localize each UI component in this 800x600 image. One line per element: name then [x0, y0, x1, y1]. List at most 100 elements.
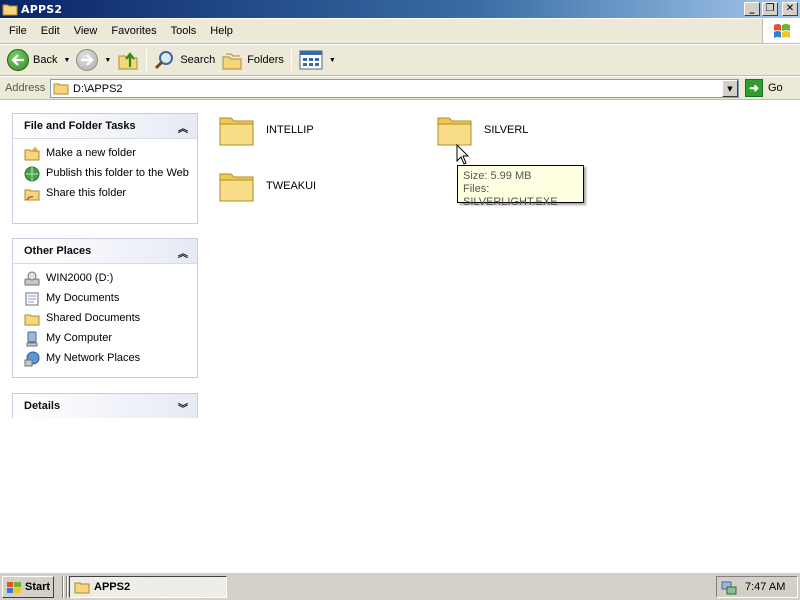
- details-panel-title: Details: [24, 400, 61, 412]
- folders-button[interactable]: Folders: [218, 47, 287, 73]
- menu-tools[interactable]: Tools: [164, 25, 204, 37]
- folders-label: Folders: [247, 54, 284, 66]
- close-button[interactable]: ✕: [782, 2, 798, 16]
- folder-item[interactable]: SILVERL: [436, 112, 528, 148]
- folder-name: INTELLIP: [266, 124, 314, 136]
- window-controls: _ ❐ ✕: [744, 2, 798, 16]
- expand-icon[interactable]: ︾: [178, 400, 188, 415]
- task-label: Share this folder: [46, 187, 127, 199]
- search-button[interactable]: Search: [151, 47, 218, 73]
- folder-icon: [74, 582, 90, 593]
- folders-icon: [222, 53, 242, 70]
- address-input[interactable]: D:\APPS2 ▼: [50, 79, 739, 98]
- folder-tooltip: Size: 5.99 MB Files: SILVERLIGHT.EXE: [457, 165, 584, 208]
- place-label: Shared Documents: [46, 312, 141, 324]
- clock[interactable]: 7:47 AM: [745, 581, 785, 593]
- place-network-places[interactable]: My Network Places: [24, 351, 191, 367]
- place-my-computer[interactable]: My Computer: [24, 331, 191, 347]
- forward-button[interactable]: ▼: [73, 47, 114, 73]
- back-button[interactable]: Back ▼: [4, 47, 73, 73]
- places-panel: Other Places ︽ WIN2000 (D:) My Documents: [12, 238, 198, 378]
- windows-logo-icon: [762, 19, 800, 43]
- publish-web-icon: [24, 166, 40, 182]
- toolbar-separator: [290, 49, 292, 71]
- address-dropdown-button[interactable]: ▼: [722, 80, 738, 97]
- chevron-down-icon[interactable]: ▼: [63, 57, 70, 64]
- address-value: D:\APPS2: [73, 82, 123, 95]
- views-icon: [299, 50, 323, 70]
- places-panel-header[interactable]: Other Places ︽: [13, 239, 197, 263]
- chevron-down-icon[interactable]: ▼: [329, 57, 336, 64]
- menu-view[interactable]: View: [67, 25, 105, 37]
- forward-arrow-icon: [76, 49, 99, 71]
- network-status-icon[interactable]: [721, 579, 737, 595]
- taskbar: Start APPS2 7:47 AM: [0, 572, 800, 600]
- content-area[interactable]: File and Folder Tasks ︽ Make a new folde…: [0, 101, 800, 572]
- up-folder-icon: [118, 52, 138, 70]
- place-shared-documents[interactable]: Shared Documents: [24, 311, 191, 327]
- menu-edit[interactable]: Edit: [34, 25, 67, 37]
- start-label: Start: [25, 581, 51, 593]
- toolbar-separator: [146, 49, 148, 71]
- menu-file[interactable]: File: [0, 25, 34, 37]
- task-share-folder[interactable]: Share this folder: [24, 186, 191, 202]
- go-arrow-icon: ➜: [745, 79, 763, 97]
- folder-name: TWEAKUI: [266, 180, 317, 192]
- start-button[interactable]: Start: [2, 576, 54, 598]
- address-bar: Address D:\APPS2 ▼ ➜ Go: [0, 77, 800, 100]
- place-my-documents[interactable]: My Documents: [24, 291, 191, 307]
- address-label: Address: [5, 82, 46, 94]
- folder-icon: [437, 117, 472, 146]
- shared-documents-icon: [24, 314, 40, 326]
- tooltip-size: Size: 5.99 MB: [463, 170, 532, 182]
- chevron-down-icon: ▼: [727, 84, 733, 93]
- back-label: Back: [33, 54, 58, 66]
- place-drive[interactable]: WIN2000 (D:): [24, 271, 191, 287]
- toolbar: Back ▼ ▼ Search Folders ▼: [0, 45, 800, 76]
- details-panel: Details ︾: [12, 393, 198, 418]
- drive-icon: [24, 271, 40, 286]
- search-label: Search: [180, 54, 216, 66]
- maximize-button[interactable]: ❐: [762, 2, 778, 16]
- share-folder-icon: [24, 189, 40, 201]
- menu-bar: File Edit View Favorites Tools Help: [0, 19, 800, 44]
- tasks-panel-header[interactable]: File and Folder Tasks ︽: [13, 114, 197, 138]
- task-make-new-folder[interactable]: Make a new folder: [24, 146, 191, 162]
- menu-favorites[interactable]: Favorites: [104, 25, 163, 37]
- places-panel-body: WIN2000 (D:) My Documents Shared Documen…: [13, 263, 197, 377]
- my-documents-icon: [25, 292, 39, 306]
- go-label: Go: [768, 82, 783, 94]
- new-folder-icon: [24, 147, 40, 161]
- collapse-icon[interactable]: ︽: [178, 120, 188, 135]
- folder-item[interactable]: TWEAKUI: [218, 168, 316, 204]
- task-publish-folder[interactable]: Publish this folder to the Web: [24, 166, 191, 182]
- up-folder-button[interactable]: [114, 47, 142, 73]
- details-panel-header[interactable]: Details ︾: [13, 394, 197, 418]
- folder-item[interactable]: INTELLIP: [218, 112, 314, 148]
- task-label: APPS2: [94, 581, 131, 593]
- collapse-icon[interactable]: ︽: [178, 245, 188, 260]
- tooltip-files: Files: SILVERLIGHT.EXE: [463, 183, 558, 208]
- back-arrow-icon: [7, 49, 29, 71]
- task-button-apps2[interactable]: APPS2: [69, 576, 227, 598]
- close-icon: ✕: [785, 3, 795, 14]
- place-label: WIN2000 (D:): [46, 272, 114, 284]
- views-button[interactable]: ▼: [296, 47, 339, 73]
- go-button[interactable]: ➜ Go: [745, 79, 783, 97]
- minimize-button[interactable]: _: [744, 2, 760, 16]
- menu-help[interactable]: Help: [203, 25, 240, 37]
- tasks-panel-body: Make a new folder Publish this folder to…: [13, 138, 197, 212]
- place-label: My Computer: [46, 332, 113, 344]
- search-icon: [155, 51, 174, 70]
- my-computer-icon: [26, 331, 38, 347]
- places-panel-title: Other Places: [24, 245, 92, 257]
- folder-icon: [53, 83, 69, 95]
- tasks-panel-title: File and Folder Tasks: [24, 120, 136, 132]
- maximize-icon: ❐: [765, 3, 775, 14]
- title-bar[interactable]: APPS2 _ ❐ ✕: [0, 0, 800, 18]
- minimize-icon: _: [749, 3, 755, 14]
- folder-name: SILVERL: [484, 124, 529, 136]
- task-label: Publish this folder to the Web: [46, 167, 189, 179]
- chevron-down-icon[interactable]: ▼: [104, 57, 111, 64]
- mouse-cursor-icon: [456, 144, 470, 165]
